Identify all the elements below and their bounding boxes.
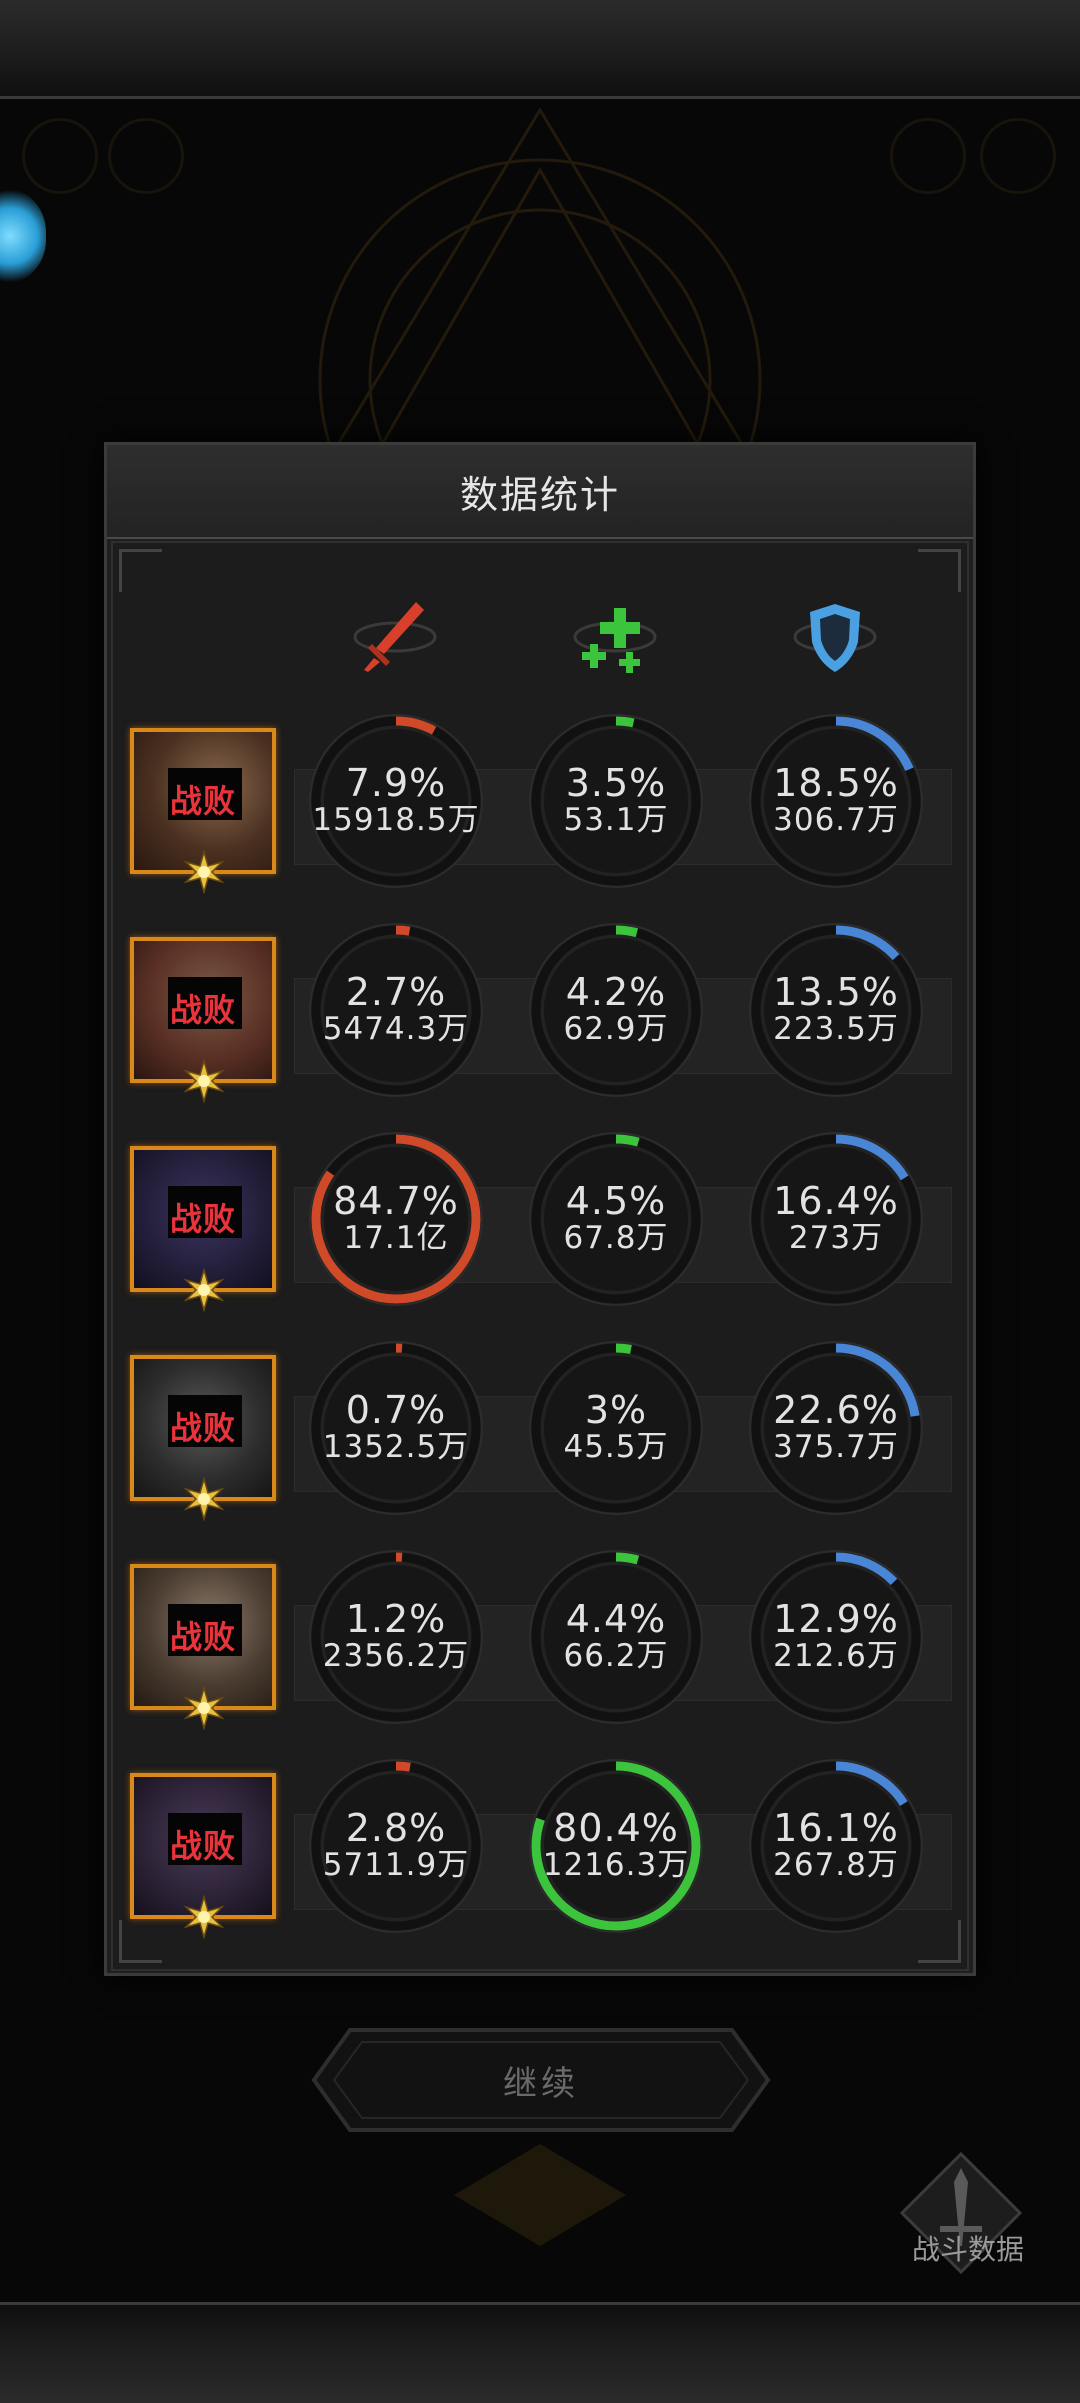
hero-portrait[interactable]: 战败 (130, 728, 276, 894)
damage-amount: 15918.5万 (312, 802, 480, 838)
autoplay-icon (22, 118, 98, 194)
shield-percent: 16.1% (773, 1806, 899, 1850)
damage-percent: 84.7% (333, 1179, 459, 1223)
damage-amount: 1352.5万 (322, 1429, 470, 1465)
heal-percent: 3% (584, 1388, 648, 1432)
shield-amount: 223.5万 (773, 1011, 899, 1047)
rank-star-icon (183, 1686, 225, 1730)
damage-percent: 7.9% (345, 761, 447, 805)
hero-portrait[interactable]: 战败 (130, 1355, 276, 1521)
hero-portrait[interactable]: 战败 (130, 937, 276, 1103)
damage-percent: 2.8% (345, 1806, 447, 1850)
defeated-status: 战败 (169, 1618, 236, 1656)
damage-percent: 1.2% (345, 1597, 447, 1641)
corner-ornament (918, 1920, 961, 1963)
defeated-status: 战败 (169, 1827, 236, 1865)
heal-amount: 53.1万 (563, 802, 669, 838)
hero-portrait[interactable]: 战败 (130, 1564, 276, 1730)
defeated-status: 战败 (169, 1200, 236, 1238)
damage-percent: 0.7% (345, 1388, 447, 1432)
continue-label: 继续 (503, 2063, 579, 2104)
defeated-status: 战败 (169, 991, 236, 1029)
battle-data-label[interactable]: 战斗数据 (888, 2228, 1048, 2268)
rank-star-icon (183, 1477, 225, 1521)
top-ornate-border (0, 0, 1080, 99)
rank-star-icon (183, 1059, 225, 1103)
heal-percent: 4.5% (565, 1179, 667, 1223)
shield-percent: 22.6% (773, 1388, 899, 1432)
damage-amount: 2356.2万 (322, 1638, 470, 1674)
bottom-ornate-border (0, 2302, 1080, 2403)
rank-star-icon (183, 1268, 225, 1312)
damage-amount: 5474.3万 (322, 1011, 470, 1047)
speed-icon (108, 118, 184, 194)
heal-amount: 66.2万 (563, 1638, 669, 1674)
heal-amount: 62.9万 (563, 1011, 669, 1047)
corner-ornament (119, 549, 162, 592)
corner-ornament (119, 1920, 162, 1963)
heal-percent: 3.5% (565, 761, 667, 805)
damage-sword-icon (353, 602, 437, 672)
shield-icon (793, 604, 877, 672)
heal-percent: 4.4% (565, 1597, 667, 1641)
rank-star-icon (183, 850, 225, 894)
dialog-header: 数据统计 (107, 445, 973, 539)
shield-amount: 375.7万 (773, 1429, 899, 1465)
damage-amount: 5711.9万 (322, 1847, 470, 1883)
defeated-status: 战败 (169, 782, 236, 820)
shield-percent: 18.5% (773, 761, 899, 805)
shield-percent: 12.9% (773, 1597, 899, 1641)
dialog-title: 数据统计 (459, 472, 620, 517)
damage-amount: 17.1亿 (343, 1220, 449, 1256)
heal-amount: 1216.3万 (542, 1847, 690, 1883)
shield-amount: 273万 (788, 1220, 884, 1256)
rank-star-icon (183, 1895, 225, 1939)
bottom-emblem (454, 2144, 626, 2246)
damage-percent: 2.7% (345, 970, 447, 1014)
shield-percent: 13.5% (773, 970, 899, 1014)
shield-percent: 16.4% (773, 1179, 899, 1223)
heal-amount: 45.5万 (563, 1429, 669, 1465)
hero-portrait[interactable]: 战败 (130, 1146, 276, 1312)
shield-amount: 306.7万 (773, 802, 899, 838)
heal-percent: 4.2% (565, 970, 667, 1014)
continue-button[interactable]: 继续 (310, 2026, 772, 2134)
menu-icon (890, 118, 966, 194)
side-logo-icon (0, 186, 46, 286)
hero-portrait[interactable]: 战败 (130, 1773, 276, 1939)
heal-percent: 80.4% (553, 1806, 679, 1850)
heal-cross-icon (573, 608, 657, 673)
settings-icon (980, 118, 1056, 194)
corner-ornament (918, 549, 961, 592)
shield-amount: 267.8万 (773, 1847, 899, 1883)
shield-amount: 212.6万 (773, 1638, 899, 1674)
heal-amount: 67.8万 (563, 1220, 669, 1256)
defeated-status: 战败 (169, 1409, 236, 1447)
